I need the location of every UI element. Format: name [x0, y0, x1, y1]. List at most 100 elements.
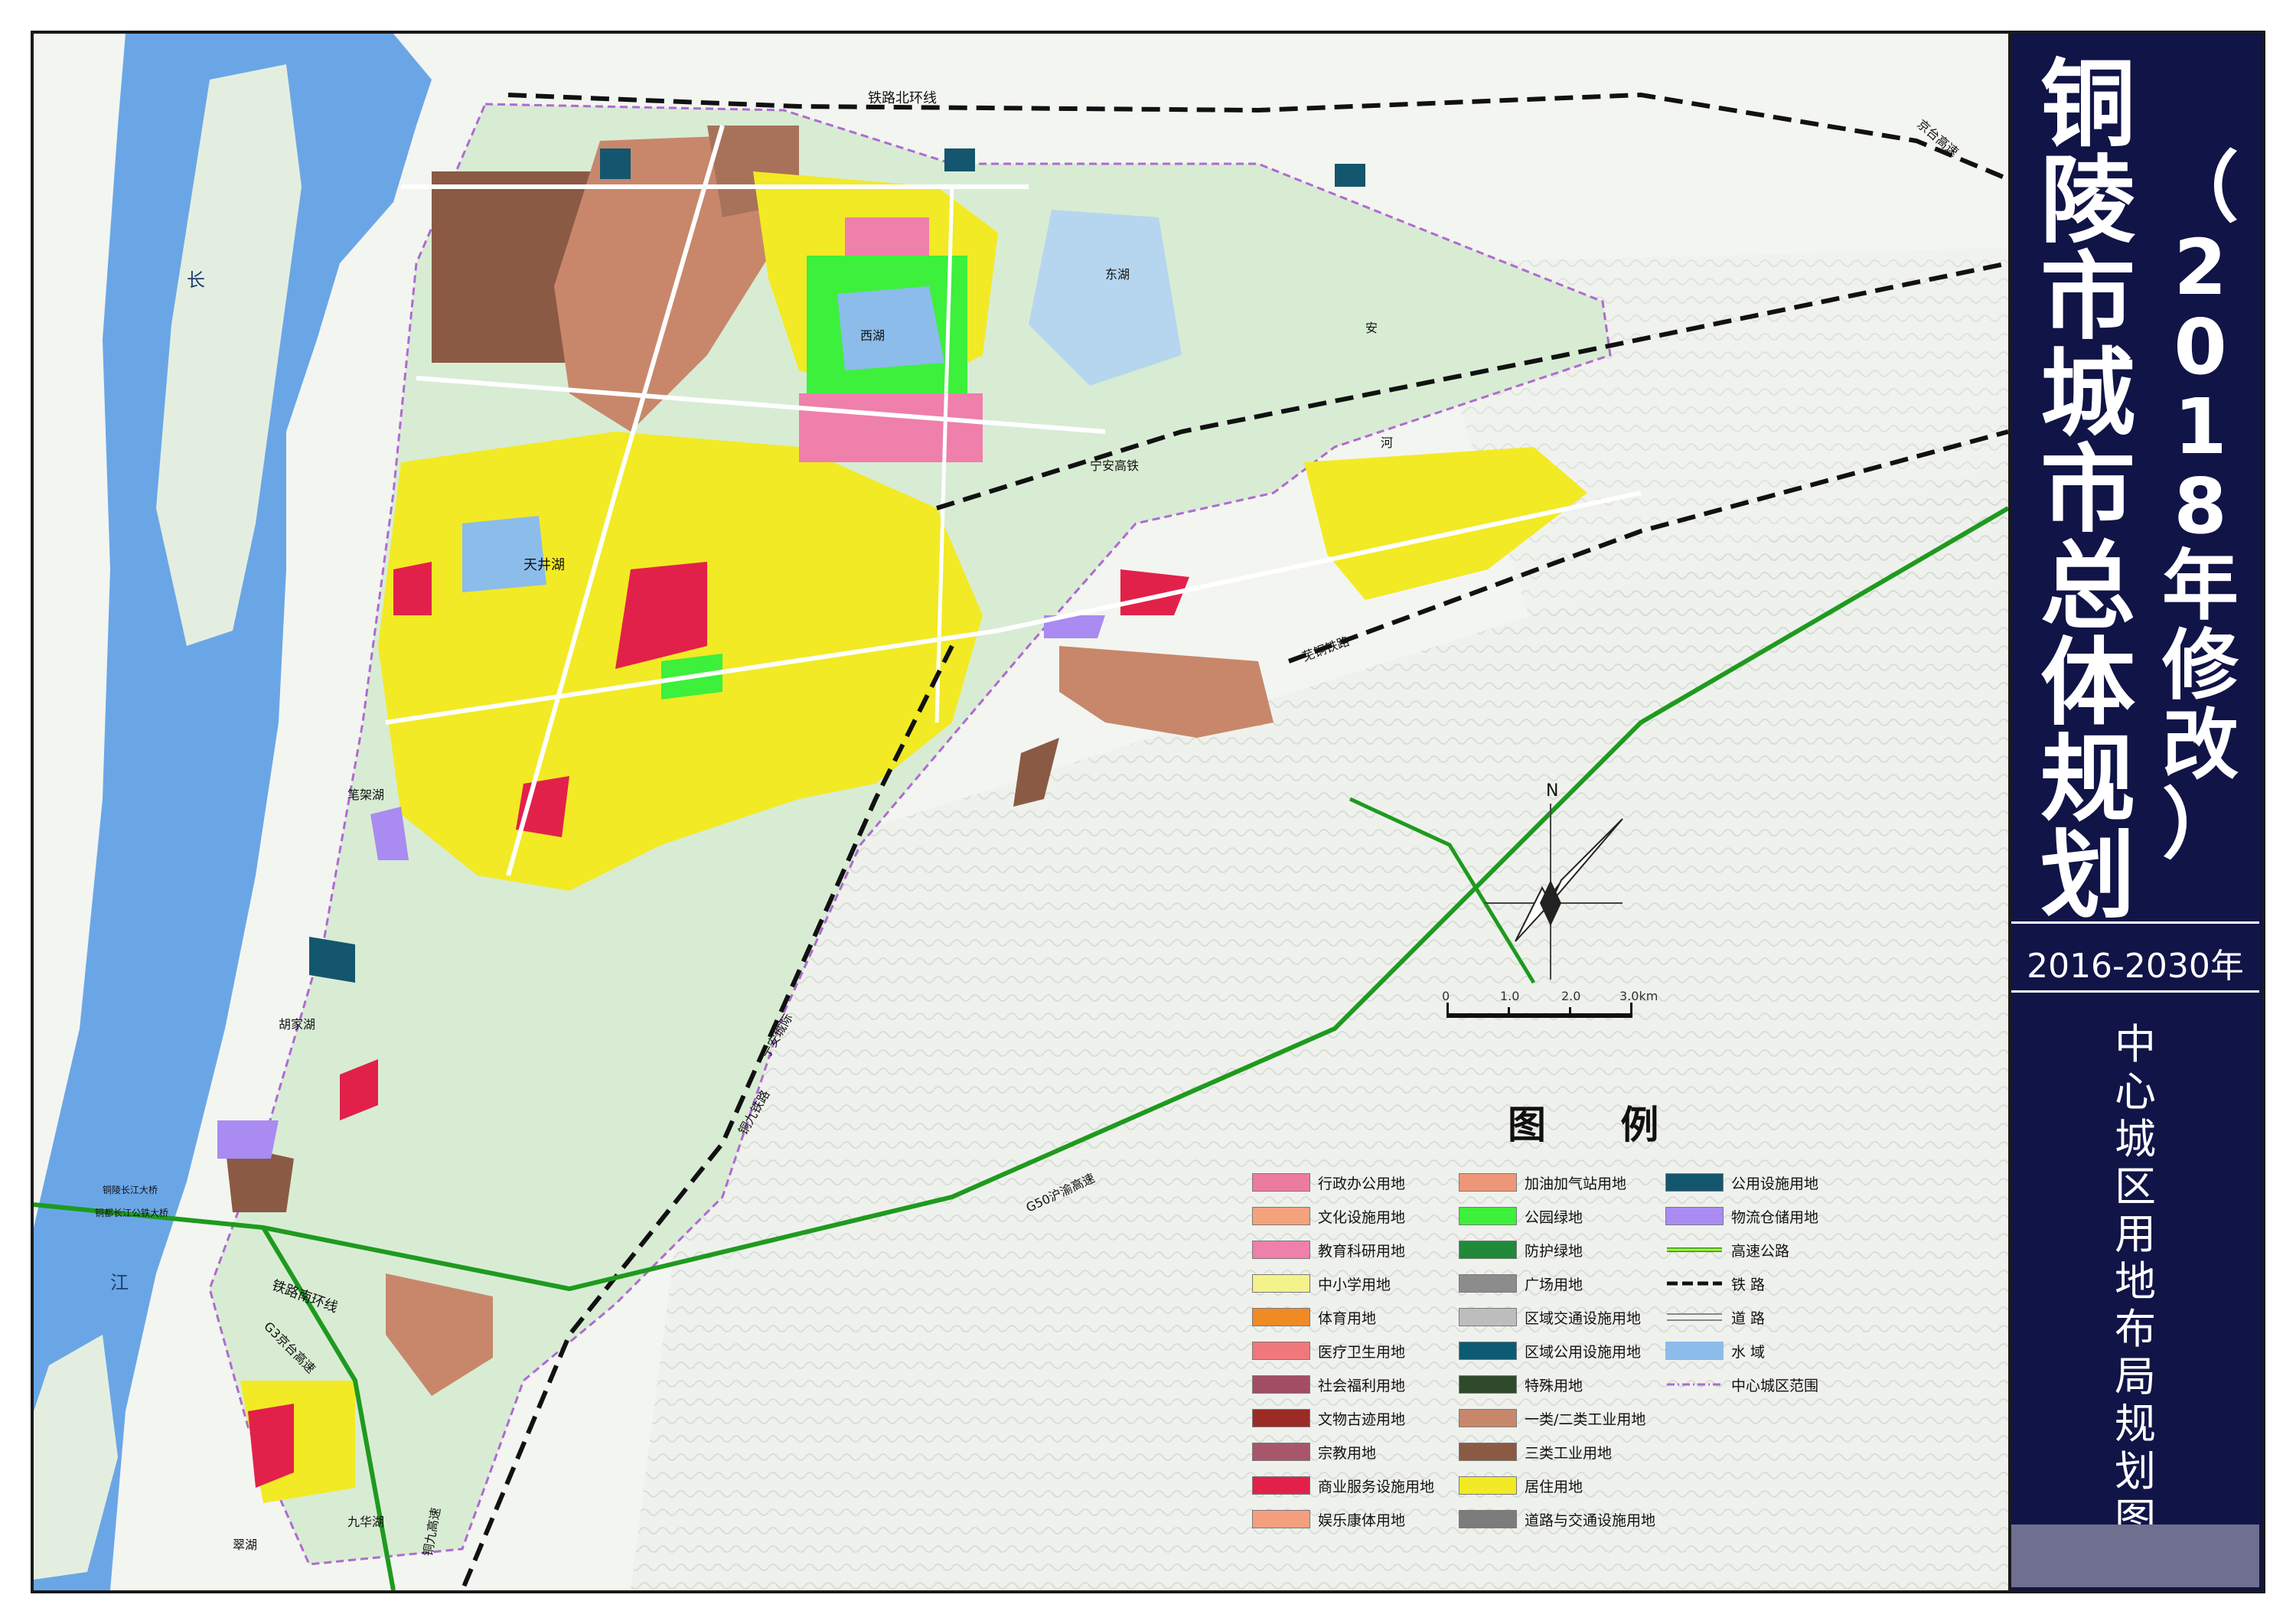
scale-tick-3: 3.0km: [1619, 989, 1658, 1003]
title-main-char: 铜: [2040, 50, 2135, 160]
legend-label: 水 域: [1731, 1343, 1766, 1361]
legend-item: 医疗卫生用地: [1252, 1339, 1405, 1362]
label-bridge-1: 铜陵长江大桥: [103, 1184, 158, 1195]
legend-label: 中心城区范围: [1731, 1377, 1819, 1394]
legend-swatch: [1252, 1207, 1310, 1225]
legend-swatch: [1252, 1443, 1310, 1461]
legend-label: 一类/二类工业用地: [1525, 1410, 1646, 1428]
label-an: 安: [1365, 321, 1378, 335]
panel-footer-band: [2011, 1525, 2259, 1587]
legend-label: 道 路: [1731, 1309, 1766, 1327]
lake-xihu: [837, 286, 944, 370]
legend-swatch: [1459, 1308, 1517, 1326]
legend-item: 区域交通设施用地: [1459, 1306, 1641, 1329]
legend-label: 公园绿地: [1525, 1208, 1583, 1226]
legend-swatch: [1252, 1274, 1310, 1293]
legend-item: 一类/二类工业用地: [1459, 1407, 1645, 1430]
legend-swatch: [1252, 1375, 1310, 1394]
subtitle-char: 心: [2115, 1068, 2156, 1116]
title-revision-char: 年: [2162, 541, 2239, 631]
subtitle-char: 局: [2115, 1352, 2156, 1401]
legend-item: 广场用地: [1459, 1272, 1583, 1295]
title-main-char: 城: [2040, 339, 2135, 449]
label-cuihu: 翠湖: [233, 1538, 257, 1552]
commercial-south: [248, 1404, 294, 1488]
legend-label: 商业服务设施用地: [1318, 1478, 1435, 1495]
legend-item: 教育科研用地: [1252, 1238, 1405, 1261]
legend-item: 宗教用地: [1252, 1440, 1376, 1463]
legend-swatch: [1667, 1383, 1722, 1386]
north-arrow: N: [1469, 773, 1638, 1003]
label-he: 河: [1381, 435, 1393, 450]
legend-label: 加油加气站用地: [1525, 1175, 1627, 1192]
commercial-plot-3: [516, 776, 569, 837]
legend-item: 文化设施用地: [1252, 1205, 1405, 1228]
label-bijia-lake: 笔架湖: [347, 788, 384, 802]
legend-item: 文物古迹用地: [1252, 1407, 1405, 1430]
legend-item: 道 路: [1665, 1306, 1765, 1329]
legend-label: 教育科研用地: [1318, 1242, 1406, 1260]
legend-label: 社会福利用地: [1318, 1377, 1406, 1394]
label-river-jiang: 江: [110, 1272, 129, 1293]
legend-swatch: [1667, 1247, 1722, 1252]
legend-swatch: [1252, 1510, 1310, 1528]
subtitle-char: 规: [2115, 1400, 2156, 1448]
legend-swatch: [1459, 1274, 1517, 1293]
legend-label: 宗教用地: [1318, 1444, 1377, 1462]
legend-item: 商业服务设施用地: [1252, 1474, 1434, 1497]
legend-label: 区域交通设施用地: [1525, 1309, 1642, 1327]
legend-label: 三类工业用地: [1525, 1444, 1613, 1462]
legend-swatch: [1459, 1173, 1517, 1192]
legend-label: 医疗卫生用地: [1318, 1343, 1406, 1361]
legend-item: 体育用地: [1252, 1306, 1376, 1329]
legend-item: 社会福利用地: [1252, 1373, 1405, 1396]
subtitle-char: 用: [2115, 1210, 2156, 1258]
legend-label: 公用设施用地: [1731, 1175, 1819, 1192]
legend-label: 体育用地: [1318, 1309, 1377, 1327]
legend-label: 居住用地: [1525, 1478, 1583, 1495]
legend-item: 物流仓储用地: [1665, 1205, 1818, 1228]
legend-item: 公园绿地: [1459, 1205, 1583, 1228]
legend-item: 铁 路: [1665, 1272, 1765, 1295]
legend-swatch: [1665, 1342, 1724, 1360]
logistics-south: [217, 1120, 279, 1159]
legend-item: 娱乐康体用地: [1252, 1508, 1405, 1531]
scale-tick-2: 2.0: [1561, 989, 1581, 1003]
subtitle-char: 地: [2115, 1257, 2156, 1306]
legend-label: 中小学用地: [1318, 1276, 1391, 1293]
title-revision-char: 8: [2174, 461, 2227, 551]
legend-item: 中心城区范围: [1665, 1373, 1818, 1396]
subtitle-char: 布: [2115, 1305, 2156, 1353]
legend-swatch: [1459, 1510, 1517, 1528]
utility-1: [600, 148, 631, 179]
legend-label: 特殊用地: [1525, 1377, 1583, 1394]
title-main-char: 市: [2040, 435, 2135, 546]
legend-label: 文化设施用地: [1318, 1208, 1406, 1226]
legend-swatch: [1252, 1308, 1310, 1326]
legend-swatch: [1252, 1342, 1310, 1360]
title-main-char: 体: [2040, 628, 2135, 739]
label-east-lake: 东湖: [1105, 267, 1130, 282]
scale-tick-1: 1.0: [1500, 989, 1520, 1003]
title-main-char: 划: [2040, 821, 2135, 931]
label-rail-north: 铁路北环线: [868, 90, 937, 106]
legend-swatch: [1459, 1409, 1517, 1427]
divider-bottom: [2011, 990, 2259, 993]
legend-swatch: [1252, 1241, 1310, 1259]
legend-label: 区域公用设施用地: [1525, 1343, 1642, 1361]
map-subtitle: 中心城区用地布局规划图: [2097, 1021, 2174, 1543]
lake-tianjing: [462, 516, 546, 592]
title-revision-char: 修: [2162, 621, 2239, 710]
legend-label: 文物古迹用地: [1318, 1410, 1406, 1428]
title-main-char: 总: [2040, 532, 2135, 642]
subtitle-char: 划: [2115, 1447, 2156, 1495]
label-hujia-lake: 胡家湖: [279, 1017, 315, 1032]
utility-4: [1335, 164, 1365, 187]
legend-swatch: [1665, 1173, 1724, 1192]
legend-swatch: [1665, 1207, 1724, 1225]
legend-swatch: [1252, 1409, 1310, 1427]
title-main-char: 陵: [2040, 146, 2135, 256]
legend-label: 广场用地: [1525, 1276, 1583, 1293]
legend-label: 高速公路: [1731, 1242, 1790, 1260]
legend-label: 铁 路: [1731, 1276, 1766, 1293]
